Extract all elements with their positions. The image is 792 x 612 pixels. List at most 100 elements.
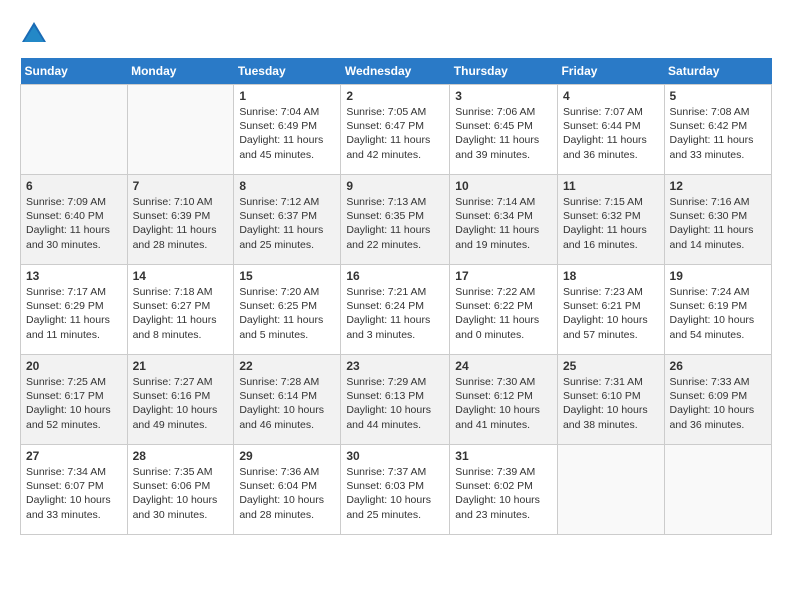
day-number: 30 [346, 449, 444, 463]
day-info: Sunrise: 7:24 AM Sunset: 6:19 PM Dayligh… [670, 285, 766, 342]
day-number: 13 [26, 269, 122, 283]
calendar-cell: 4Sunrise: 7:07 AM Sunset: 6:44 PM Daylig… [557, 85, 664, 175]
calendar-cell [127, 85, 234, 175]
day-info: Sunrise: 7:05 AM Sunset: 6:47 PM Dayligh… [346, 105, 444, 162]
day-info: Sunrise: 7:16 AM Sunset: 6:30 PM Dayligh… [670, 195, 766, 252]
weekday-header-thursday: Thursday [450, 58, 558, 85]
weekday-header-row: SundayMondayTuesdayWednesdayThursdayFrid… [21, 58, 772, 85]
day-number: 19 [670, 269, 766, 283]
calendar-cell: 28Sunrise: 7:35 AM Sunset: 6:06 PM Dayli… [127, 445, 234, 535]
week-row-3: 13 Sunrise: 7:17 AM Sunset: 6:29 PM Dayli… [21, 265, 772, 355]
logo-icon [20, 20, 48, 48]
calendar-cell: 18 Sunrise: 7:23 AM Sunset: 6:21 PM Dayli… [557, 265, 664, 355]
calendar-cell: 7 Sunrise: 7:10 AM Sunset: 6:39 PM Daylig… [127, 175, 234, 265]
calendar-cell: 6 Sunrise: 7:09 AM Sunset: 6:40 PM Daylig… [21, 175, 128, 265]
day-number: 29 [239, 449, 335, 463]
day-info: Sunrise: 7:34 AM Sunset: 6:07 PM Dayligh… [26, 465, 122, 522]
calendar-cell: 27 Sunrise: 7:34 AM Sunset: 6:07 PM Dayli… [21, 445, 128, 535]
day-info: Sunrise: 7:04 AM Sunset: 6:49 PM Dayligh… [239, 105, 335, 162]
day-info: Sunrise: 7:20 AM Sunset: 6:25 PM Dayligh… [239, 285, 335, 342]
day-number: 25 [563, 359, 659, 373]
day-number: 8 [239, 179, 335, 193]
day-info: Sunrise: 7:10 AM Sunset: 6:39 PM Dayligh… [133, 195, 229, 252]
day-number: 3 [455, 89, 552, 103]
day-info: Sunrise: 7:27 AM Sunset: 6:16 PM Dayligh… [133, 375, 229, 432]
day-info: Sunrise: 7:17 AM Sunset: 6:29 PM Dayligh… [26, 285, 122, 342]
calendar-cell: 19 Sunrise: 7:24 AM Sunset: 6:19 PM Dayli… [664, 265, 771, 355]
calendar-cell: 2 Sunrise: 7:05 AM Sunset: 6:47 PM Daylig… [341, 85, 450, 175]
day-info: Sunrise: 7:09 AM Sunset: 6:40 PM Dayligh… [26, 195, 122, 252]
day-number: 9 [346, 179, 444, 193]
day-number: 15 [239, 269, 335, 283]
day-number: 10 [455, 179, 552, 193]
day-info: Sunrise: 7:14 AM Sunset: 6:34 PM Dayligh… [455, 195, 552, 252]
day-info: Sunrise: 7:29 AM Sunset: 6:13 PM Dayligh… [346, 375, 444, 432]
day-number: 31 [455, 449, 552, 463]
calendar-cell: 12 Sunrise: 7:16 AM Sunset: 6:30 PM Dayli… [664, 175, 771, 265]
day-number: 7 [133, 179, 229, 193]
day-number: 28 [133, 449, 229, 463]
day-number: 18 [563, 269, 659, 283]
day-number: 12 [670, 179, 766, 193]
calendar-cell: 26Sunrise: 7:33 AM Sunset: 6:09 PM Dayli… [664, 355, 771, 445]
day-info: Sunrise: 7:15 AM Sunset: 6:32 PM Dayligh… [563, 195, 659, 252]
week-row-5: 27 Sunrise: 7:34 AM Sunset: 6:07 PM Dayli… [21, 445, 772, 535]
calendar-cell: 31 Sunrise: 7:39 AM Sunset: 6:02 PM Dayli… [450, 445, 558, 535]
day-number: 24 [455, 359, 552, 373]
week-row-1: 1 Sunrise: 7:04 AM Sunset: 6:49 PM Daylig… [21, 85, 772, 175]
week-row-4: 20Sunrise: 7:25 AM Sunset: 6:17 PM Dayli… [21, 355, 772, 445]
day-number: 11 [563, 179, 659, 193]
day-info: Sunrise: 7:39 AM Sunset: 6:02 PM Dayligh… [455, 465, 552, 522]
day-info: Sunrise: 7:28 AM Sunset: 6:14 PM Dayligh… [239, 375, 335, 432]
calendar-table: SundayMondayTuesdayWednesdayThursdayFrid… [20, 58, 772, 535]
weekday-header-saturday: Saturday [664, 58, 771, 85]
calendar-cell: 17 Sunrise: 7:22 AM Sunset: 6:22 PM Dayli… [450, 265, 558, 355]
day-info: Sunrise: 7:37 AM Sunset: 6:03 PM Dayligh… [346, 465, 444, 522]
day-info: Sunrise: 7:31 AM Sunset: 6:10 PM Dayligh… [563, 375, 659, 432]
calendar-cell: 5 Sunrise: 7:08 AM Sunset: 6:42 PM Daylig… [664, 85, 771, 175]
calendar-cell [557, 445, 664, 535]
calendar-cell: 20Sunrise: 7:25 AM Sunset: 6:17 PM Dayli… [21, 355, 128, 445]
day-number: 26 [670, 359, 766, 373]
day-info: Sunrise: 7:13 AM Sunset: 6:35 PM Dayligh… [346, 195, 444, 252]
calendar-cell: 30 Sunrise: 7:37 AM Sunset: 6:03 PM Dayli… [341, 445, 450, 535]
day-info: Sunrise: 7:08 AM Sunset: 6:42 PM Dayligh… [670, 105, 766, 162]
day-number: 17 [455, 269, 552, 283]
calendar-cell: 29 Sunrise: 7:36 AM Sunset: 6:04 PM Dayli… [234, 445, 341, 535]
day-info: Sunrise: 7:12 AM Sunset: 6:37 PM Dayligh… [239, 195, 335, 252]
day-info: Sunrise: 7:21 AM Sunset: 6:24 PM Dayligh… [346, 285, 444, 342]
weekday-header-monday: Monday [127, 58, 234, 85]
day-number: 2 [346, 89, 444, 103]
calendar-cell: 22Sunrise: 7:28 AM Sunset: 6:14 PM Dayli… [234, 355, 341, 445]
day-number: 6 [26, 179, 122, 193]
day-number: 5 [670, 89, 766, 103]
weekday-header-wednesday: Wednesday [341, 58, 450, 85]
calendar-cell: 25 Sunrise: 7:31 AM Sunset: 6:10 PM Dayli… [557, 355, 664, 445]
calendar-cell: 16Sunrise: 7:21 AM Sunset: 6:24 PM Dayli… [341, 265, 450, 355]
calendar-cell: 14 Sunrise: 7:18 AM Sunset: 6:27 PM Dayli… [127, 265, 234, 355]
calendar-cell: 8 Sunrise: 7:12 AM Sunset: 6:37 PM Daylig… [234, 175, 341, 265]
calendar-cell: 13 Sunrise: 7:17 AM Sunset: 6:29 PM Dayli… [21, 265, 128, 355]
weekday-header-tuesday: Tuesday [234, 58, 341, 85]
calendar-cell: 24 Sunrise: 7:30 AM Sunset: 6:12 PM Dayli… [450, 355, 558, 445]
day-info: Sunrise: 7:30 AM Sunset: 6:12 PM Dayligh… [455, 375, 552, 432]
calendar-cell: 1 Sunrise: 7:04 AM Sunset: 6:49 PM Daylig… [234, 85, 341, 175]
day-info: Sunrise: 7:25 AM Sunset: 6:17 PM Dayligh… [26, 375, 122, 432]
day-info: Sunrise: 7:06 AM Sunset: 6:45 PM Dayligh… [455, 105, 552, 162]
day-number: 1 [239, 89, 335, 103]
calendar-cell: 3 Sunrise: 7:06 AM Sunset: 6:45 PM Daylig… [450, 85, 558, 175]
day-number: 14 [133, 269, 229, 283]
calendar-cell: 15 Sunrise: 7:20 AM Sunset: 6:25 PM Dayli… [234, 265, 341, 355]
weekday-header-sunday: Sunday [21, 58, 128, 85]
day-number: 27 [26, 449, 122, 463]
weekday-header-friday: Friday [557, 58, 664, 85]
calendar-cell [21, 85, 128, 175]
page-header [20, 20, 772, 48]
day-info: Sunrise: 7:22 AM Sunset: 6:22 PM Dayligh… [455, 285, 552, 342]
day-info: Sunrise: 7:36 AM Sunset: 6:04 PM Dayligh… [239, 465, 335, 522]
calendar-cell: 11 Sunrise: 7:15 AM Sunset: 6:32 PM Dayli… [557, 175, 664, 265]
logo [20, 20, 52, 48]
day-number: 21 [133, 359, 229, 373]
day-info: Sunrise: 7:18 AM Sunset: 6:27 PM Dayligh… [133, 285, 229, 342]
day-info: Sunrise: 7:23 AM Sunset: 6:21 PM Dayligh… [563, 285, 659, 342]
